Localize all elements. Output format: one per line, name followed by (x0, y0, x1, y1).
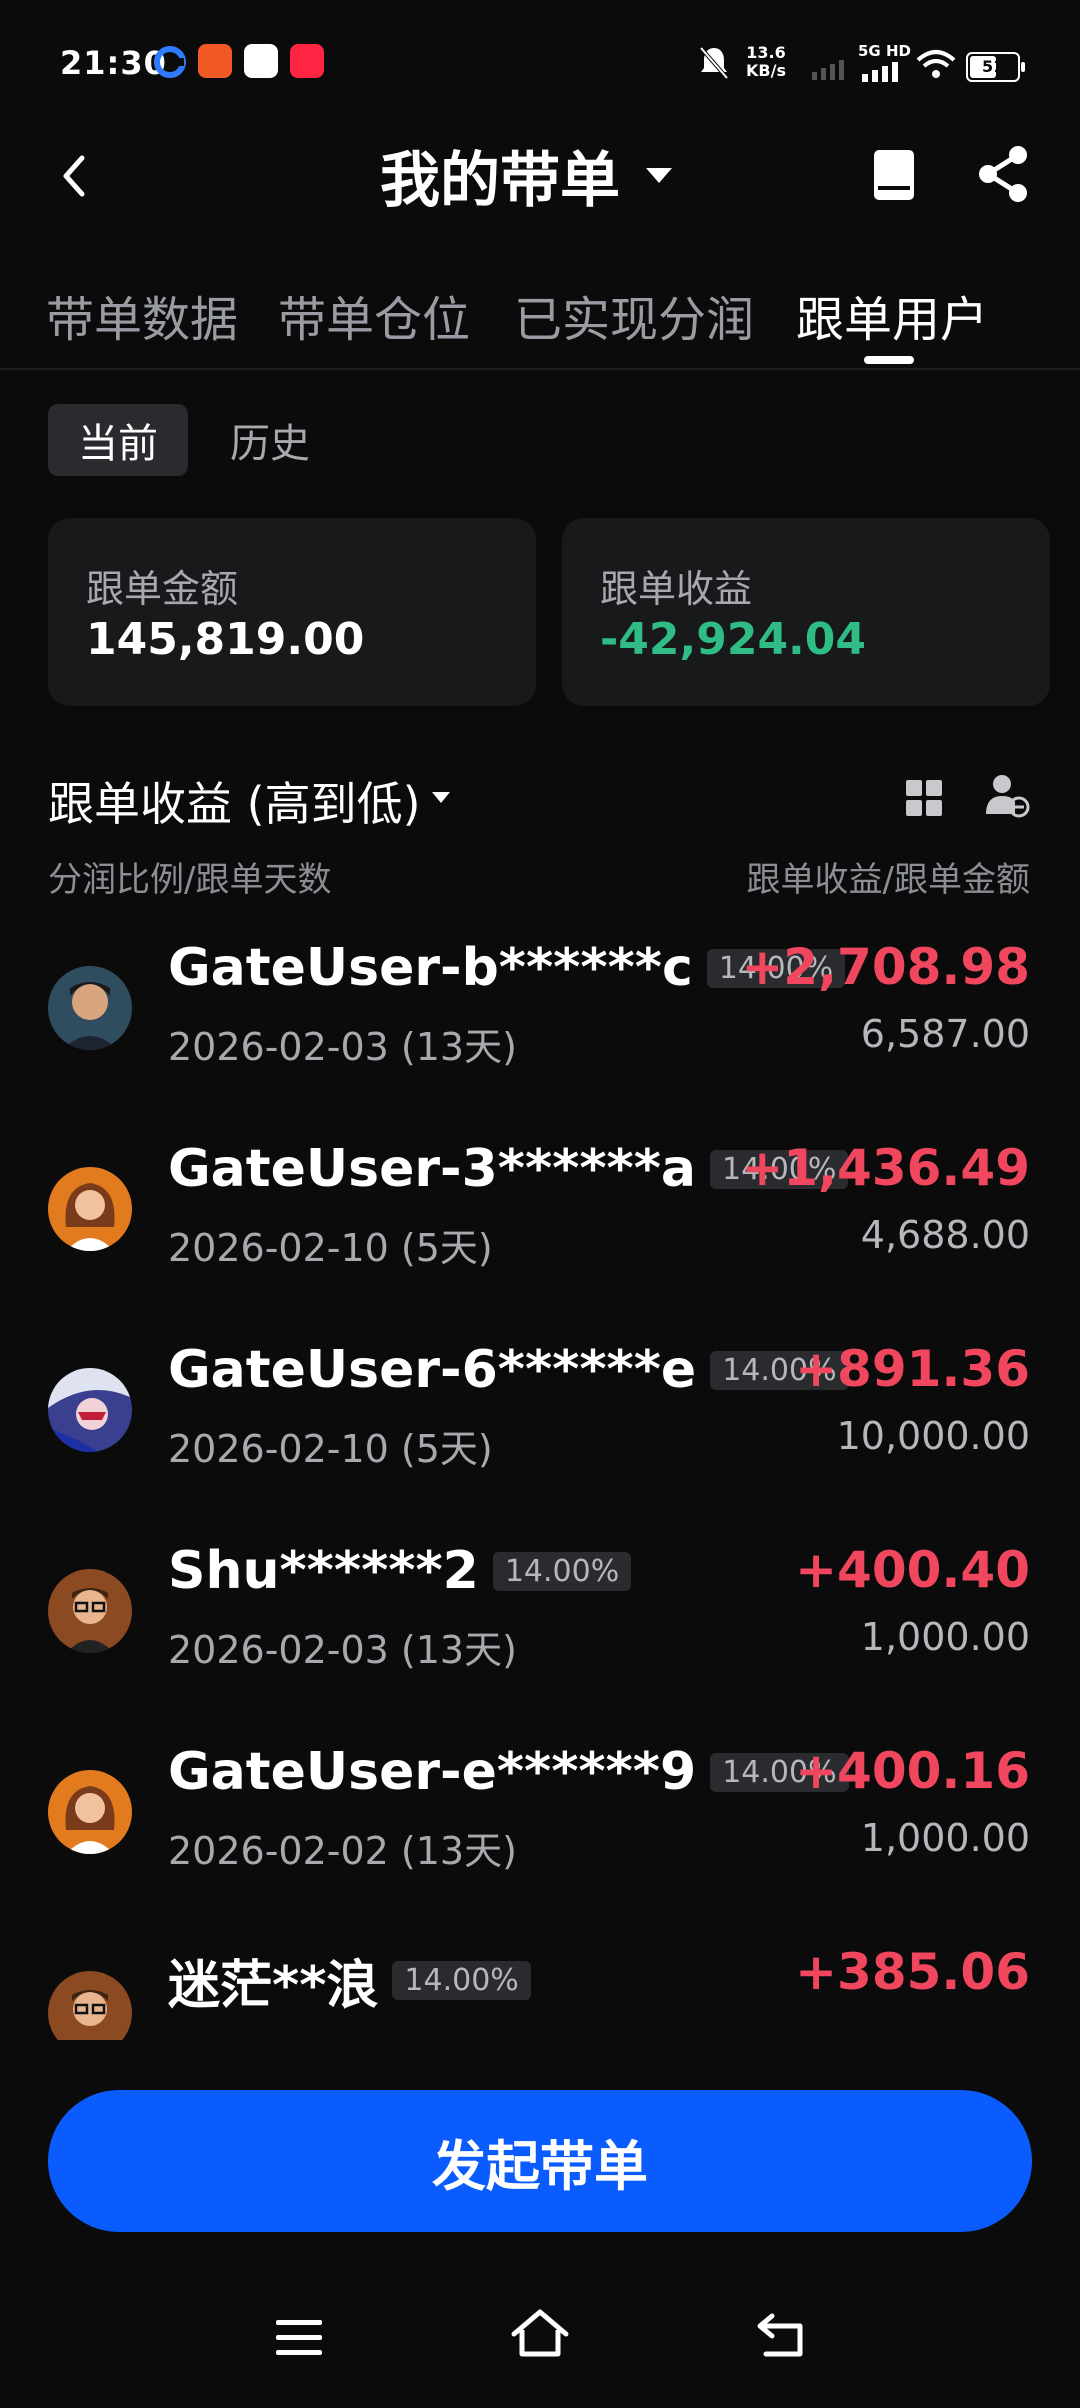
menu-icon[interactable] (274, 2318, 324, 2358)
avatar (48, 966, 132, 1050)
tab-realized-profit-share[interactable]: 已实现分润 (514, 280, 754, 350)
list-item[interactable]: GateUser-3******a 14.00% 2026-02-10 (5天)… (0, 1113, 1080, 1313)
caret-down-icon (646, 167, 672, 183)
follow-amount-value: 145,819.00 (86, 614, 365, 665)
mute-bell-icon (699, 46, 729, 80)
title-dropdown[interactable]: 我的带单 (380, 135, 672, 216)
segment-current[interactable]: 当前 (48, 404, 188, 476)
follower-amount: 1,000.00 (860, 1816, 1030, 1860)
shopping-app-icon (198, 44, 232, 78)
tab-bar: 带单数据 带单仓位 已实现分润 跟单用户 (0, 272, 1080, 370)
follow-profit-label: 跟单收益 (600, 567, 753, 611)
profit-share-badge: 14.00% (492, 1551, 632, 1591)
profit-share-badge: 14.00% (392, 1961, 531, 2000)
follower-name-row: Shu******2 14.00% (168, 1541, 632, 1601)
network-speed: 13.6 KB/s (746, 43, 786, 80)
tab-lead-positions[interactable]: 带单仓位 (278, 280, 470, 350)
list-item[interactable]: GateUser-6******e 14.00% 2026-02-10 (5天)… (0, 1314, 1080, 1514)
mail-app-icon (244, 44, 278, 78)
follow-profit-card: 跟单收益 -42,924.04 (562, 518, 1050, 706)
tab-lead-data[interactable]: 带单数据 (46, 280, 238, 350)
list-item[interactable]: GateUser-e******9 14.00% 2026-02-02 (13天… (0, 1716, 1080, 1916)
network-type: 5G HD (858, 42, 911, 60)
battery-icon: 51 (966, 52, 1025, 82)
back-arrow-icon[interactable] (52, 148, 100, 204)
follower-profit: +400.40 (795, 1541, 1030, 1599)
follow-amount-label: 跟单金额 (86, 567, 239, 611)
follower-name: GateUser-6******e (168, 1340, 697, 1400)
follower-name: GateUser-b******c (168, 938, 693, 998)
page-title: 我的带单 (380, 145, 620, 216)
follower-amount: 4,688.00 (860, 1213, 1030, 1257)
home-icon[interactable] (510, 2308, 570, 2360)
status-time: 21:30 (60, 44, 167, 82)
xiaohongshu-app-icon (290, 44, 324, 78)
avatar (48, 1167, 132, 1251)
follow-date: 2026-02-03 (13天) (168, 1628, 517, 1672)
system-back-icon[interactable] (756, 2312, 808, 2358)
avatar (48, 1569, 132, 1653)
follower-profit: +2,708.98 (741, 938, 1030, 996)
remove-user-icon[interactable] (984, 772, 1030, 818)
share-icon[interactable] (976, 145, 1030, 203)
follower-name-row: GateUser-e******9 14.00% (168, 1742, 849, 1802)
grid-view-icon[interactable] (904, 778, 944, 818)
follow-profit-value: -42,924.04 (600, 614, 866, 665)
column-header-right: 跟单收益/跟单金额 (746, 860, 1030, 900)
follower-profit: +385.06 (795, 1943, 1030, 2001)
signal-strong-icon (862, 62, 898, 82)
tab-followers[interactable]: 跟单用户 (796, 280, 988, 350)
wifi-icon (916, 50, 956, 78)
list-item[interactable]: Shu******2 14.00% 2026-02-03 (13天) +400.… (0, 1515, 1080, 1715)
avatar (48, 1368, 132, 1452)
follower-amount: 1,000.00 (860, 1615, 1030, 1659)
book-icon[interactable] (870, 148, 918, 202)
follower-profit: +1,436.49 (741, 1139, 1030, 1197)
follower-name: 迷茫**浪 (168, 1956, 379, 2016)
follow-date: 2026-02-10 (5天) (168, 1226, 493, 1270)
status-bar: 21:30 13.6 KB/s 5G HD 51 (0, 0, 1080, 120)
follower-amount: 6,587.00 (860, 1012, 1030, 1056)
segment-history[interactable]: 历史 (200, 404, 340, 476)
follower-name-row: 迷茫**浪 14.00% (168, 1943, 531, 2018)
follower-name: GateUser-e******9 (168, 1742, 697, 1802)
app-notification-icon (154, 46, 186, 78)
follower-profit: +400.16 (795, 1742, 1030, 1800)
avatar (48, 1770, 132, 1854)
follow-date: 2026-02-02 (13天) (168, 1829, 517, 1873)
follower-name-row: GateUser-6******e 14.00% (168, 1340, 849, 1400)
active-tab-indicator (864, 356, 914, 364)
follow-date: 2026-02-03 (13天) (168, 1025, 517, 1069)
follower-amount: 10,000.00 (836, 1414, 1030, 1458)
signal-weak-icon (812, 60, 844, 80)
start-lead-button[interactable]: 发起带单 (48, 2090, 1032, 2232)
sort-dropdown[interactable]: 跟单收益 (高到低) (48, 768, 421, 834)
follower-name: Shu******2 (168, 1541, 479, 1601)
follower-profit: +891.36 (795, 1340, 1030, 1398)
follow-date: 2026-02-10 (5天) (168, 1427, 493, 1471)
column-header-left: 分润比例/跟单天数 (48, 860, 332, 900)
follower-name: GateUser-3******a (168, 1139, 696, 1199)
follow-amount-card: 跟单金额 145,819.00 (48, 518, 536, 706)
sort-caret-down-icon[interactable] (432, 792, 450, 803)
list-item[interactable]: GateUser-b******c 14.00% 2026-02-03 (13天… (0, 912, 1080, 1112)
